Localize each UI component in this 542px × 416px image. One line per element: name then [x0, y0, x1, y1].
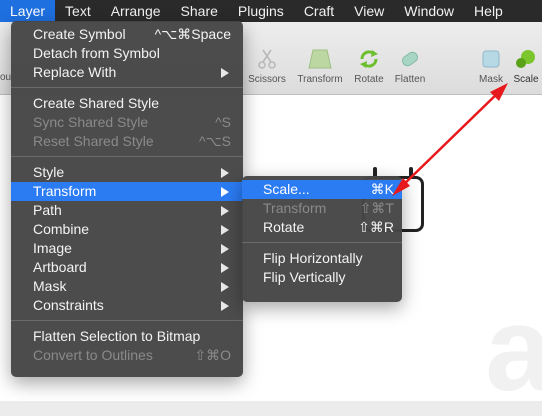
submenu-item-scale[interactable]: Scale... ⌘K [242, 180, 402, 199]
menu-item-label: Flip Horizontally [263, 250, 363, 266]
menu-item-shortcut: ^⌥⌘Space [154, 26, 231, 42]
menu-item-sync-shared-style: Sync Shared Style ^S [11, 113, 243, 132]
toolbar-partial-label: ou [0, 72, 12, 83]
menu-item-label: Detach from Symbol [33, 45, 160, 61]
rotate-icon [360, 50, 378, 68]
menu-item-transform[interactable]: Transform [11, 182, 243, 201]
submenu-item-flip-vertically[interactable]: Flip Vertically [242, 268, 402, 287]
menu-help[interactable]: Help [464, 0, 513, 22]
menu-separator [11, 320, 243, 321]
scissors-label: Scissors [248, 74, 286, 85]
menu-separator [11, 87, 243, 88]
menu-item-create-symbol[interactable]: Create Symbol ^⌥⌘Space [11, 25, 243, 44]
menu-item-shortcut: ⌘K [370, 181, 394, 197]
menu-item-label: Reset Shared Style [33, 133, 154, 149]
menu-item-create-shared-style[interactable]: Create Shared Style [11, 94, 243, 113]
menu-item-label: Transform [263, 200, 327, 216]
menu-item-label: Replace With [33, 64, 117, 80]
menu-share[interactable]: Share [171, 0, 228, 22]
transform-submenu: Scale... ⌘K Transform ⇧⌘T Rotate ⇧⌘R Fli… [242, 176, 402, 302]
menu-item-label: Transform [33, 183, 97, 199]
menu-item-label: Rotate [263, 219, 305, 235]
menu-item-shortcut: ^⌥S [198, 133, 231, 149]
menu-bar: Layer Text Arrange Share Plugins Craft V… [0, 0, 542, 22]
submenu-arrow-icon [221, 225, 229, 235]
menu-separator [242, 242, 402, 243]
submenu-arrow-icon [221, 168, 229, 178]
menu-item-shortcut: ⇧⌘O [194, 347, 231, 363]
transform-icon [308, 49, 332, 69]
menu-item-artboard[interactable]: Artboard [11, 258, 243, 277]
submenu-arrow-icon [221, 244, 229, 254]
menu-item-shortcut: ⇧⌘R [358, 219, 394, 235]
menu-craft[interactable]: Craft [294, 0, 344, 22]
submenu-arrow-icon [221, 282, 229, 292]
menu-window[interactable]: Window [394, 0, 464, 22]
menu-item-label: Artboard [33, 259, 87, 275]
flatten-label: Flatten [394, 74, 426, 85]
scale-tool-button[interactable]: Scale [496, 48, 542, 85]
layer-menu: Create Symbol ^⌥⌘Space Detach from Symbo… [11, 21, 243, 377]
menu-item-label: Create Shared Style [33, 95, 160, 111]
menu-item-label: Sync Shared Style [33, 114, 149, 130]
flatten-icon [402, 51, 418, 67]
menu-item-mask[interactable]: Mask [11, 277, 243, 296]
menu-item-detach-from-symbol[interactable]: Detach from Symbol [11, 44, 243, 63]
menu-item-label: Mask [33, 278, 67, 294]
menu-item-reset-shared-style: Reset Shared Style ^⌥S [11, 132, 243, 151]
submenu-arrow-icon [221, 187, 229, 197]
menu-separator [11, 156, 243, 157]
menu-text[interactable]: Text [55, 0, 101, 22]
scissors-icon [258, 49, 276, 69]
menu-item-label: Create Symbol [33, 26, 126, 42]
menu-item-combine[interactable]: Combine [11, 220, 243, 239]
menu-item-shortcut: ⇧⌘T [359, 200, 394, 216]
menu-item-label: Constraints [33, 297, 104, 313]
menu-layer[interactable]: Layer [0, 0, 56, 22]
menu-item-image[interactable]: Image [11, 239, 243, 258]
menu-item-label: Image [33, 240, 72, 256]
submenu-arrow-icon [221, 301, 229, 311]
menu-item-shortcut: ^S [215, 114, 231, 130]
menu-item-convert-to-outlines: Convert to Outlines ⇧⌘O [11, 346, 243, 365]
menu-view[interactable]: View [344, 0, 394, 22]
menu-item-flatten-selection[interactable]: Flatten Selection to Bitmap [11, 327, 243, 346]
menu-item-label: Scale... [263, 181, 310, 197]
menu-item-replace-with[interactable]: Replace With [11, 63, 243, 82]
menu-item-label: Flip Vertically [263, 269, 346, 285]
menu-item-label: Convert to Outlines [33, 347, 153, 363]
menu-item-constraints[interactable]: Constraints [11, 296, 243, 315]
submenu-item-flip-horizontally[interactable]: Flip Horizontally [242, 249, 402, 268]
flatten-tool-button[interactable]: Flatten [380, 48, 440, 85]
menu-item-path[interactable]: Path [11, 201, 243, 220]
submenu-item-transform: Transform ⇧⌘T [242, 199, 402, 218]
menu-item-label: Path [33, 202, 62, 218]
submenu-item-rotate[interactable]: Rotate ⇧⌘R [242, 218, 402, 237]
menu-item-label: Style [33, 164, 65, 180]
submenu-arrow-icon [221, 263, 229, 273]
menu-plugins[interactable]: Plugins [228, 0, 294, 22]
scale-icon [516, 50, 535, 68]
shape-notch-right [409, 167, 413, 179]
menu-item-style[interactable]: Style [11, 163, 243, 182]
watermark-glyph: a [485, 282, 542, 416]
menu-arrange[interactable]: Arrange [101, 0, 171, 22]
menu-item-label: Combine [33, 221, 90, 237]
submenu-arrow-icon [221, 206, 229, 216]
submenu-arrow-icon [221, 68, 229, 78]
scale-label: Scale [513, 74, 539, 85]
scissors-tool-button[interactable]: Scissors [237, 48, 297, 85]
menu-item-label: Flatten Selection to Bitmap [33, 328, 201, 344]
